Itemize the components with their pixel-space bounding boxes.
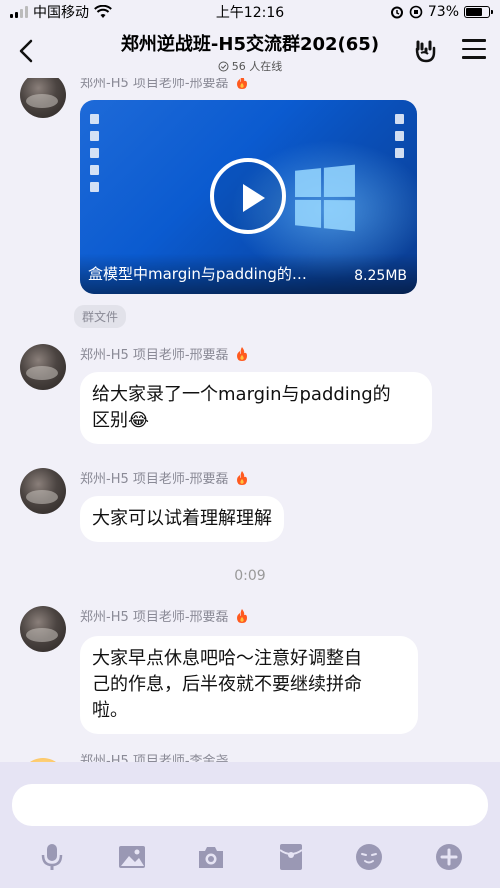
message-line: 己的作息，后半夜就不要继续拼命 — [92, 674, 362, 695]
sender-name: 郑州-H5 项目老师-李金尧 — [80, 750, 229, 762]
video-message[interactable]: 盒模型中margin与padding的… 8.25MB — [80, 100, 417, 294]
image-button[interactable] — [117, 842, 147, 872]
voice-button[interactable] — [37, 842, 67, 872]
play-icon[interactable] — [210, 158, 286, 234]
plus-icon — [436, 844, 462, 870]
message-text: 大家可以试着理解理解 — [92, 508, 272, 529]
message-bubble[interactable]: 大家可以试着理解理解 — [80, 496, 284, 542]
group-file-tag[interactable]: 群文件 — [74, 305, 127, 328]
image-icon — [119, 846, 145, 868]
sender-label: 郑州-H5 项目老师-邢要磊 — [80, 78, 229, 91]
menu-line — [462, 56, 486, 59]
avatar[interactable] — [20, 468, 66, 514]
orientation-lock-icon — [409, 5, 423, 19]
avatar[interactable] — [20, 606, 66, 652]
alarm-icon — [390, 6, 403, 19]
sender-name: 郑州-H5 项目老师-邢要磊 — [80, 468, 249, 487]
flame-icon — [236, 470, 247, 485]
status-left: 中国移动 — [10, 2, 112, 22]
sender-label: 郑州-H5 项目老师-邢要磊 — [80, 472, 229, 487]
online-check-icon — [218, 61, 229, 71]
rock-hand-icon — [415, 40, 436, 63]
avatar[interactable] — [20, 78, 66, 118]
menu-line — [462, 47, 486, 50]
chat-messages[interactable]: 郑州-H5 项目老师-邢要磊 盒模型中margin与padding的… 8.25… — [0, 78, 500, 762]
signal-icon — [10, 6, 28, 18]
more-button[interactable] — [434, 842, 464, 872]
message-line: 区别😂 — [92, 410, 150, 431]
camera-icon — [199, 847, 223, 868]
sender-label: 郑州-H5 项目老师-李金尧 — [80, 754, 229, 762]
message-line: 大家早点休息吧哈～注意好调整自 — [92, 648, 362, 669]
input-toolbar — [0, 842, 500, 872]
rock-hand-button[interactable] — [412, 37, 440, 65]
status-bar: 中国移动 上午12:16 73% — [0, 0, 500, 24]
menu-line — [462, 39, 486, 42]
emoji-icon — [356, 844, 382, 870]
input-area — [0, 762, 500, 888]
battery-icon — [464, 6, 493, 18]
flame-icon — [236, 346, 247, 361]
sender-name: 郑州-H5 项目老师-邢要磊 — [80, 344, 249, 363]
emoji-button[interactable] — [354, 842, 384, 872]
red-packet-button[interactable] — [276, 842, 306, 872]
video-size: 8.25MB — [354, 268, 407, 284]
sender-label: 郑州-H5 项目老师-邢要磊 — [80, 348, 229, 363]
message-bubble[interactable]: 给大家录了一个margin与padding的 区别😂 — [80, 372, 432, 444]
sender-name: 郑州-H5 项目老师-邢要磊 — [80, 606, 249, 625]
red-packet-icon — [279, 844, 303, 870]
microphone-icon — [41, 844, 63, 870]
windows-logo-icon — [295, 164, 355, 232]
desktop-icons-right — [395, 114, 407, 165]
avatar[interactable] — [20, 344, 66, 390]
desktop-icons — [90, 114, 102, 199]
sender-name: 郑州-H5 项目老师-邢要磊 — [80, 78, 249, 91]
status-right: 73% — [390, 4, 493, 20]
wifi-icon — [94, 5, 112, 18]
chat-timestamp: 0:09 — [234, 568, 266, 584]
menu-button[interactable] — [462, 39, 486, 61]
battery-percent: 73% — [427, 4, 459, 20]
carrier-label: 中国移动 — [33, 5, 89, 21]
video-title: 盒模型中margin与padding的… — [88, 265, 307, 283]
flame-icon — [236, 78, 247, 89]
chat-header: 郑州逆战班-H5交流群202(65) 56 人在线 — [0, 24, 500, 78]
message-bubble[interactable]: 大家早点休息吧哈～注意好调整自 己的作息，后半夜就不要继续拼命 啦。 — [80, 636, 418, 734]
message-line: 给大家录了一个margin与padding的 — [92, 384, 391, 405]
message-input[interactable] — [12, 784, 488, 826]
online-count: 56 人在线 — [231, 60, 283, 73]
flame-icon — [236, 608, 247, 623]
sender-label: 郑州-H5 项目老师-邢要磊 — [80, 610, 229, 625]
camera-button[interactable] — [196, 842, 226, 872]
message-line: 啦。 — [92, 700, 128, 721]
